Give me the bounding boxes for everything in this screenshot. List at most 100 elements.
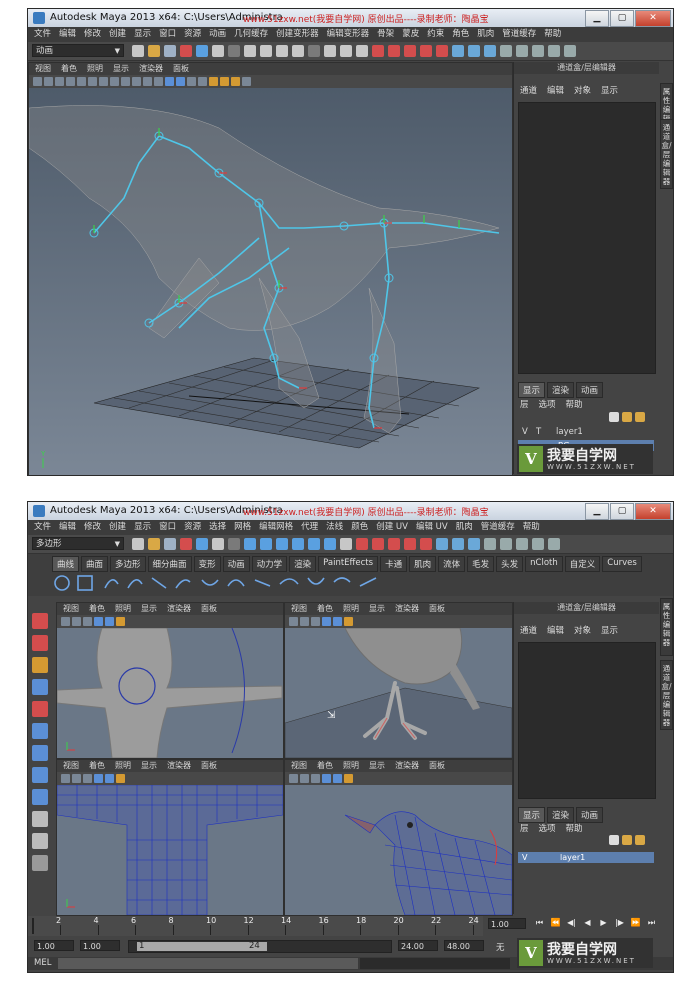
select-surface-icon[interactable]: [292, 45, 304, 57]
camera-icon[interactable]: [61, 617, 70, 626]
light-icon[interactable]: [116, 617, 125, 626]
menu-item-10[interactable]: 编辑变形器: [327, 27, 370, 42]
rotate-tool-icon[interactable]: [32, 701, 48, 717]
channel-menu-item-0[interactable]: 通道: [520, 84, 537, 96]
layer-visibility-v[interactable]: V: [522, 427, 528, 437]
channel-menu-item-2[interactable]: 对象: [574, 84, 591, 96]
menu-item-2[interactable]: 修改: [84, 520, 101, 535]
menu-item-17[interactable]: 帮助: [523, 520, 540, 535]
viewport-menu-item-4[interactable]: 渲染器: [167, 603, 191, 615]
viewport-bottom-right[interactable]: 视图 着色 照明 显示 渲染器 面板: [284, 759, 513, 916]
snap-curve-icon[interactable]: [388, 45, 400, 57]
snap-grid-icon[interactable]: [372, 45, 384, 57]
select-hierarchy-icon[interactable]: [180, 45, 192, 57]
viewport-menu-item-4[interactable]: 渲染器: [139, 63, 163, 75]
layer-menu-item-2[interactable]: 帮助: [566, 398, 583, 410]
detach-curve-icon[interactable]: [227, 579, 245, 587]
shelf-tab-15[interactable]: 自定义: [564, 556, 601, 572]
layer-menu-item-1[interactable]: 选项: [539, 398, 556, 410]
animation-start-field[interactable]: 1.00: [34, 940, 74, 951]
character-set-label[interactable]: 无: [496, 941, 505, 953]
viewport-menu-item-5[interactable]: 面板: [429, 760, 445, 772]
viewport-menu-item-5[interactable]: 面板: [201, 760, 217, 772]
textured-icon[interactable]: [333, 617, 342, 626]
viewport-menu-item-0[interactable]: 视图: [291, 760, 307, 772]
open-scene-icon[interactable]: [148, 45, 160, 57]
grid-icon[interactable]: [72, 774, 81, 783]
camera-icon[interactable]: [289, 617, 298, 626]
shelf-tab-9[interactable]: 卡通: [380, 556, 408, 572]
menu-item-13[interactable]: 约束: [427, 27, 444, 42]
viewport-menu-item-0[interactable]: 视图: [35, 63, 51, 75]
toggle-panel-icon[interactable]: [532, 45, 544, 57]
playback-button-1[interactable]: ⏪: [549, 918, 562, 928]
light-icon[interactable]: [116, 774, 125, 783]
menu-item-0[interactable]: 文件: [34, 520, 51, 535]
layer-options-icon[interactable]: [635, 412, 645, 422]
layer-row-layer1[interactable]: layer1: [556, 427, 583, 437]
menu-item-1[interactable]: 编辑: [59, 27, 76, 42]
wireframe-icon[interactable]: [83, 617, 92, 626]
menu-item-16[interactable]: 管道缓存: [481, 520, 515, 535]
select-face-icon[interactable]: [276, 538, 288, 550]
channel-menu-item-1[interactable]: 编辑: [547, 624, 564, 636]
viewport-menu-item-3[interactable]: 显示: [113, 63, 129, 75]
playback-button-6[interactable]: ⏩: [629, 918, 642, 928]
menu-item-17[interactable]: 帮助: [544, 27, 561, 42]
grid-icon[interactable]: [300, 774, 309, 783]
menu-item-15[interactable]: 肌肉: [456, 520, 473, 535]
time-slider-playhead[interactable]: [32, 918, 34, 934]
menu-item-15[interactable]: 肌肉: [477, 27, 494, 42]
viewport-menu-item-1[interactable]: 着色: [317, 603, 333, 615]
playback-button-2[interactable]: ◀|: [565, 918, 578, 928]
wireframe-icon[interactable]: [311, 774, 320, 783]
viewport-bottom-left[interactable]: 视图 着色 照明 显示 渲染器 面板: [56, 759, 284, 916]
select-component-icon[interactable]: [212, 45, 224, 57]
textured-icon[interactable]: [176, 77, 185, 86]
viewport-menu-item-5[interactable]: 面板: [173, 63, 189, 75]
grid-icon[interactable]: [77, 77, 86, 86]
menu-item-8[interactable]: 网格: [234, 520, 251, 535]
select-uv-icon[interactable]: [292, 538, 304, 550]
textured-icon[interactable]: [333, 774, 342, 783]
mode-selector[interactable]: 多边形 ▼: [32, 537, 124, 550]
new-layer-selected-icon[interactable]: [622, 835, 632, 845]
layer-menu-item-2[interactable]: 帮助: [566, 822, 583, 834]
layer-tab-1[interactable]: 渲染: [547, 382, 575, 398]
wireframe-icon[interactable]: [83, 774, 92, 783]
menu-item-6[interactable]: 资源: [184, 27, 201, 42]
current-frame-field[interactable]: 1.00: [488, 918, 526, 929]
snap-curve-icon[interactable]: [372, 538, 384, 550]
viewport-menu-item-0[interactable]: 视图: [63, 603, 79, 615]
camera-icon[interactable]: [61, 774, 70, 783]
menu-item-0[interactable]: 文件: [34, 27, 51, 42]
viewport-menu-item-2[interactable]: 照明: [343, 603, 359, 615]
square-tool-icon[interactable]: [77, 575, 93, 591]
hypershade-icon[interactable]: [500, 538, 512, 550]
misc-icon[interactable]: [356, 45, 368, 57]
viewport-menu-item-2[interactable]: 照明: [115, 603, 131, 615]
ep-curve-icon[interactable]: [127, 579, 143, 589]
menu-item-8[interactable]: 几何缓存: [234, 27, 268, 42]
shelf-tab-3[interactable]: 细分曲面: [147, 556, 192, 572]
menu-item-11[interactable]: 法线: [326, 520, 343, 535]
toggle-channel-box-icon[interactable]: [532, 538, 544, 550]
xray-icon[interactable]: [242, 77, 251, 86]
show-manip-icon[interactable]: [32, 789, 48, 805]
resolution-gate-icon[interactable]: [99, 77, 108, 86]
playback-button-3[interactable]: ◀: [581, 918, 594, 928]
select-misc-icon[interactable]: [324, 538, 336, 550]
live-surface-icon[interactable]: [436, 45, 448, 57]
menu-item-6[interactable]: 资源: [184, 520, 201, 535]
close-button[interactable]: ✕: [635, 503, 671, 520]
mode-selector[interactable]: 动画 ▼: [32, 44, 124, 57]
viewport-menu-item-2[interactable]: 照明: [87, 63, 103, 75]
layer-template-t[interactable]: T: [536, 427, 541, 437]
menu-item-1[interactable]: 编辑: [59, 520, 76, 535]
textured-icon[interactable]: [105, 774, 114, 783]
viewport-menu-item-5[interactable]: 面板: [429, 603, 445, 615]
range-slider[interactable]: 1 24: [128, 940, 392, 953]
gate-mask-icon[interactable]: [110, 77, 119, 86]
field-chart-icon[interactable]: [121, 77, 130, 86]
save-scene-icon[interactable]: [164, 45, 176, 57]
